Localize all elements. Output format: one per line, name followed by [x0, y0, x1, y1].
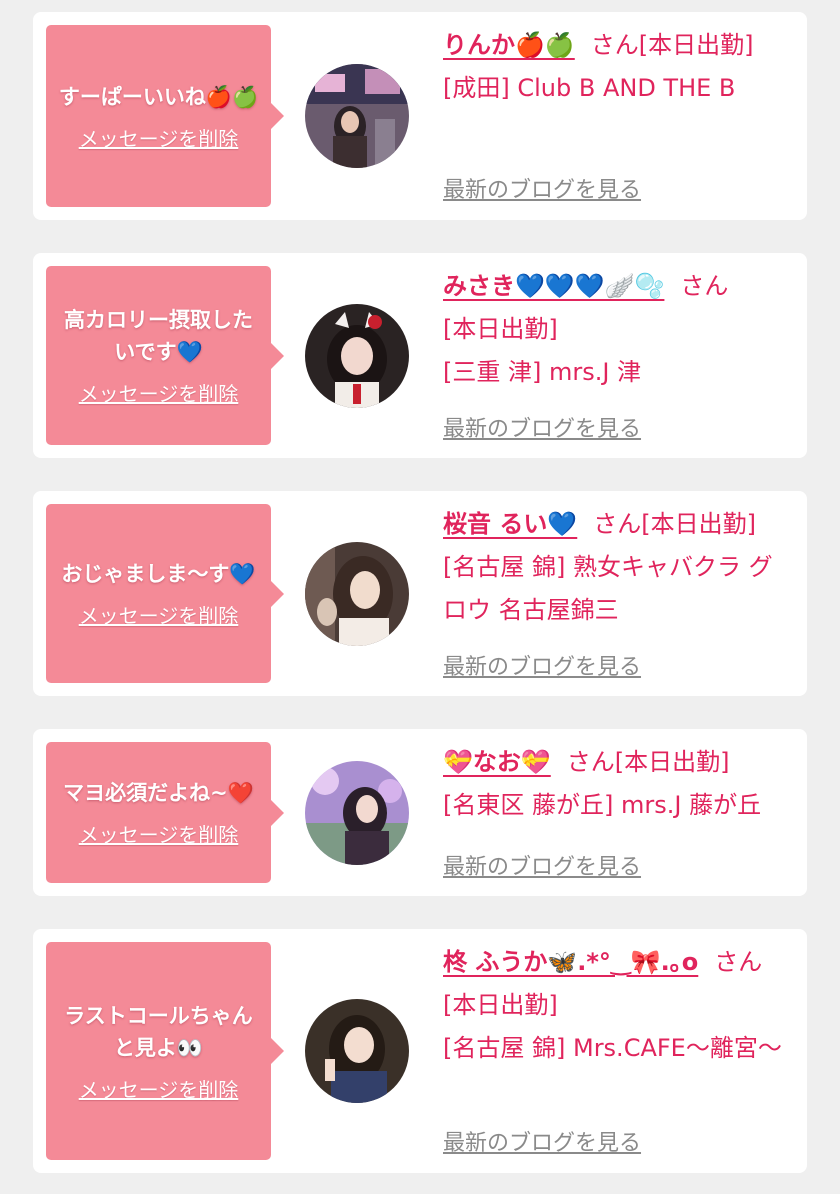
message-bubble: 高カロリー摂取したいです💙 メッセージを削除	[46, 266, 284, 445]
honorific: さん	[680, 272, 729, 300]
message-text: おじゃましま〜す💙	[61, 562, 256, 586]
latest-blog-link[interactable]: 最新のブログを見る	[443, 649, 641, 681]
message-text: すーぱーいいね🍎🍏	[58, 84, 259, 109]
girl-info: 柊 ふうか🦋.*°‿🎀.｡o さん [本日出勤] [名古屋 錦] Mrs.CAFE〜…	[443, 941, 793, 1070]
profile-photo-icon	[305, 542, 409, 646]
message-card: おじゃましま〜す💙 メッセージを削除 桜音 るい💙 さん[本日出勤] [名古屋 錦…	[33, 491, 807, 696]
shop-text[interactable]: [名東区 藤が丘] mrs.J 藤が丘	[443, 784, 793, 827]
girl-info: 桜音 るい💙 さん[本日出勤] [名古屋 錦] 熟女キャバクラ グロウ 名古屋錦三	[443, 503, 793, 632]
status-text: [本日出勤]	[443, 991, 558, 1019]
delete-message-link[interactable]: メッセージを削除	[79, 600, 239, 629]
message-text: 高カロリー摂取したいです💙	[64, 308, 253, 364]
profile-photo-icon	[305, 64, 409, 168]
girl-name-link[interactable]: 柊 ふうか🦋.*°‿🎀.｡o	[443, 948, 698, 976]
avatar[interactable]	[305, 999, 409, 1103]
message-bubble: おじゃましま〜す💙 メッセージを削除	[46, 504, 284, 683]
girl-info: 💝なお💝 さん[本日出勤] [名東区 藤が丘] mrs.J 藤が丘	[443, 741, 793, 827]
delete-message-link[interactable]: メッセージを削除	[79, 378, 239, 407]
shop-text[interactable]: [名古屋 錦] 熟女キャバクラ グロウ 名古屋錦三	[443, 546, 793, 632]
message-bubble: すーぱーいいね🍎🍏 メッセージを削除	[46, 25, 284, 207]
message-card: マヨ必須だよね~❤️ メッセージを削除 💝なお💝 さん[本日出勤] [名東区 藤が…	[33, 729, 807, 896]
message-list: すーぱーいいね🍎🍏 メッセージを削除 りんか🍎🍏 さん[本日出勤] [成田] Cl…	[0, 0, 840, 1194]
honorific: さん	[590, 31, 639, 59]
honorific: さん	[566, 748, 615, 776]
girl-name-link[interactable]: みさき💙💙💙🪽🫧	[443, 272, 664, 300]
profile-photo-icon	[305, 761, 409, 865]
status-text: [本日出勤]	[638, 31, 754, 59]
latest-blog-link[interactable]: 最新のブログを見る	[443, 849, 641, 881]
girl-name-link[interactable]: 桜音 るい💙	[443, 510, 577, 538]
message-text: マヨ必須だよね~❤️	[63, 781, 254, 805]
delete-message-link[interactable]: メッセージを削除	[79, 819, 239, 848]
girl-name-link[interactable]: りんか🍎🍏	[443, 31, 575, 59]
shop-text[interactable]: [名古屋 錦] Mrs.CAFE〜離宮〜	[443, 1027, 793, 1070]
delete-message-link[interactable]: メッセージを削除	[79, 123, 239, 152]
message-card: すーぱーいいね🍎🍏 メッセージを削除 りんか🍎🍏 さん[本日出勤] [成田] Cl…	[33, 12, 807, 220]
avatar[interactable]	[305, 64, 409, 168]
status-text: [本日出勤]	[641, 510, 756, 538]
status-text: [本日出勤]	[614, 748, 730, 776]
profile-photo-icon	[305, 304, 409, 408]
shop-text[interactable]: [成田] Club B AND THE B	[443, 67, 793, 110]
delete-message-link[interactable]: メッセージを削除	[79, 1074, 239, 1103]
message-text: ラストコールちゃんと見よ👀	[64, 1003, 253, 1060]
latest-blog-link[interactable]: 最新のブログを見る	[443, 1125, 641, 1157]
girl-info: りんか🍎🍏 さん[本日出勤] [成田] Club B AND THE B	[443, 24, 793, 110]
latest-blog-link[interactable]: 最新のブログを見る	[443, 172, 641, 204]
honorific: さん	[593, 510, 642, 538]
latest-blog-link[interactable]: 最新のブログを見る	[443, 411, 641, 443]
avatar[interactable]	[305, 542, 409, 646]
message-bubble: ラストコールちゃんと見よ👀 メッセージを削除	[46, 942, 284, 1160]
message-card: ラストコールちゃんと見よ👀 メッセージを削除 柊 ふうか🦋.*°‿🎀.｡o さん […	[33, 929, 807, 1173]
shop-text[interactable]: [三重 津] mrs.J 津	[443, 351, 793, 394]
avatar[interactable]	[305, 304, 409, 408]
avatar[interactable]	[305, 761, 409, 865]
message-card: 高カロリー摂取したいです💙 メッセージを削除 みさき💙💙💙🪽🫧 さん [本日出勤]…	[33, 253, 807, 458]
honorific: さん	[714, 948, 763, 976]
status-text: [本日出勤]	[443, 315, 558, 343]
girl-name-link[interactable]: 💝なお💝	[443, 748, 551, 776]
girl-info: みさき💙💙💙🪽🫧 さん [本日出勤] [三重 津] mrs.J 津	[443, 265, 793, 394]
profile-photo-icon	[305, 999, 409, 1103]
message-bubble: マヨ必須だよね~❤️ メッセージを削除	[46, 742, 284, 883]
